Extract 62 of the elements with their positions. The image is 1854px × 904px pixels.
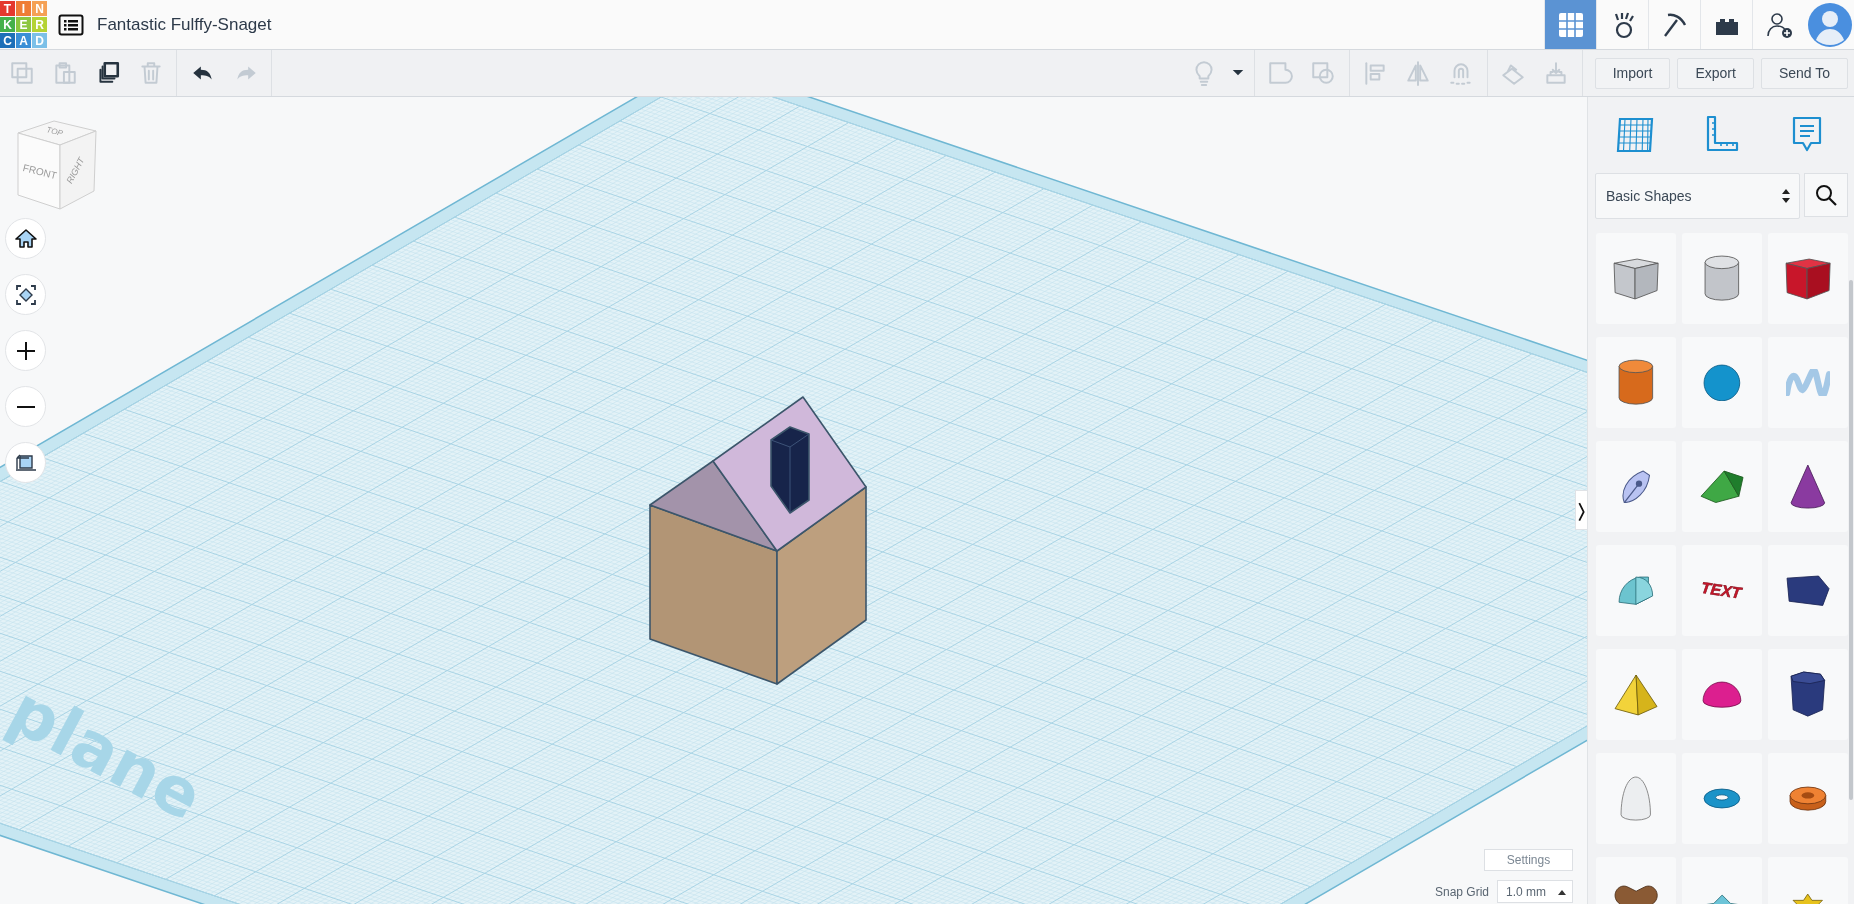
cylinder-hole-icon [1704,255,1740,302]
toolbar-text-button[interactable]: Export [1677,57,1754,89]
toolbar-text-button[interactable]: Import [1594,57,1671,89]
scrollbar[interactable] [1849,280,1853,800]
shape-card[interactable] [1768,545,1848,636]
snap-grid-label: Snap Grid [1434,884,1489,899]
shape-card[interactable]: TEXT [1682,545,1762,636]
search-icon [1814,183,1838,207]
logo-letter: K [0,17,15,32]
shape-card[interactable] [1682,441,1762,532]
view-control-button[interactable] [5,274,46,315]
logo-letter: A [16,33,31,48]
caret-up-icon [1558,888,1566,895]
torus-icon [1703,788,1741,809]
scribble-icon [1785,368,1831,397]
text-shape-icon: TEXT [1699,577,1745,604]
round-roof-icon [1618,575,1654,606]
collapse-panel-tab[interactable] [1575,490,1587,530]
view-control-button[interactable] [5,218,46,259]
up-down-arrows-icon [1782,189,1790,203]
settings-button[interactable]: Settings [1484,849,1573,871]
pen-nib-icon [1621,469,1651,504]
hexagonal-prism-icon [1790,671,1826,718]
cube-icon [1784,257,1832,300]
shape-card[interactable] [1682,649,1762,740]
shape-card[interactable] [1768,753,1848,844]
zoom-in-icon [15,340,36,361]
view-control-button[interactable] [5,330,46,371]
cylinder-icon [1618,359,1654,406]
wedge-block-icon [1785,574,1831,607]
tube-icon [1789,785,1827,812]
toolbar-text-button[interactable]: Send To [1760,57,1848,89]
logo-letter: R [32,17,47,32]
pyramid-icon [1613,673,1659,716]
logo-letter: E [16,17,31,32]
copy-icon [8,60,35,86]
home-icon [14,229,37,248]
perspective-cube-icon [14,454,37,471]
logo-letter: N [32,1,47,16]
mirror-icon [1405,60,1432,86]
sphere-icon [1703,363,1741,402]
roof-icon [1699,469,1745,504]
logo-letter: D [32,33,47,48]
zoom-out-icon [15,405,36,408]
search-button[interactable] [1804,173,1848,217]
fit-view-icon [15,284,36,305]
cone-icon [1790,463,1826,510]
shape-card[interactable] [1768,649,1848,740]
box-hole-icon [1612,257,1660,300]
group-icon [1267,60,1294,86]
logo-letter: I [16,1,31,16]
design-title: Fantastic Fulffy-Snaget [97,14,272,35]
logo-letter: T [0,1,15,16]
ungroup-icon [1310,60,1337,86]
shape-card[interactable] [1768,233,1848,324]
shape-category-dropdown[interactable]: Basic Shapes [1595,173,1800,219]
logo-letter: C [0,33,15,48]
shape-card[interactable] [1768,441,1848,532]
snap-grid-dropdown[interactable]: 1.0 mm [1497,880,1573,903]
view-control-button[interactable] [5,386,46,427]
paraboloid-icon [1620,775,1652,822]
list-icon[interactable] [58,13,84,36]
